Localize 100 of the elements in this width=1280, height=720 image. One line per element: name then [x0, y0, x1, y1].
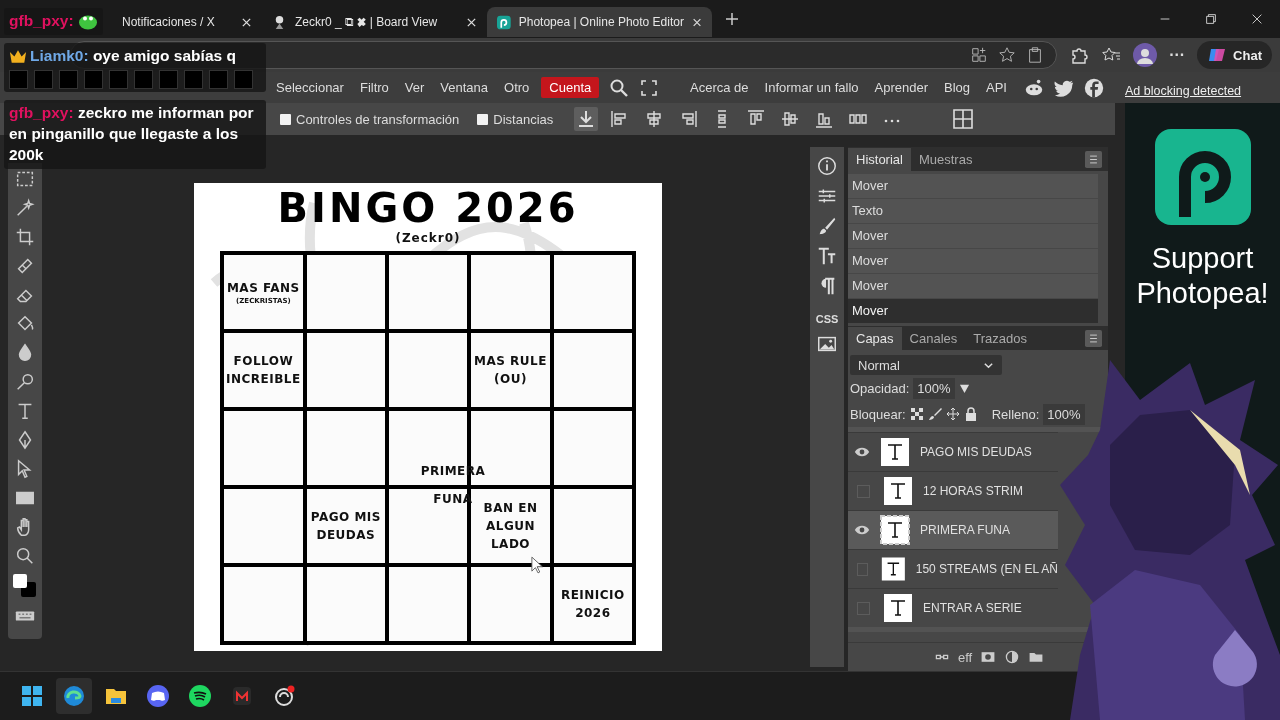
hidden-emote-icon [34, 69, 53, 89]
fullscreen-icon[interactable] [639, 77, 660, 98]
star-icon[interactable] [998, 46, 1017, 64]
css-button[interactable]: CSS [815, 313, 839, 325]
hidden-emote-icon [9, 69, 28, 89]
menu-link[interactable]: API [978, 77, 1015, 98]
profile-avatar-icon[interactable] [1133, 43, 1158, 67]
puzzle-icon[interactable] [1069, 45, 1090, 65]
panel-tab[interactable]: Canales [901, 327, 966, 350]
browser-tab[interactable]: Notificaciones / X [112, 7, 262, 37]
music-app-icon[interactable] [188, 684, 212, 708]
lock-icon[interactable] [963, 407, 978, 421]
history-item[interactable]: Texto [848, 199, 1098, 223]
info-icon[interactable] [816, 155, 838, 177]
layer-item[interactable]: PRIMERA FUNA [848, 510, 1058, 549]
ad-headline: Support Photopea! [1135, 241, 1270, 311]
bingo-cell-text: MAS RULE (OU) [473, 353, 548, 388]
blend-mode-select[interactable]: Normal [850, 355, 1002, 375]
menu-item[interactable]: Seleccionar [268, 77, 352, 98]
close-icon[interactable] [241, 16, 252, 28]
chat-button[interactable]: Chat [1197, 41, 1272, 69]
browser-tab[interactable]: Zeckr0 _ ⧉ ✖ | Board View [262, 7, 487, 37]
menu-link[interactable]: Informar un fallo [756, 77, 867, 98]
opacity-label: Opacidad: [850, 380, 910, 396]
fill-label: Relleno: [991, 406, 1040, 422]
hidden-emote-icon [209, 69, 228, 89]
menu-item[interactable]: Otro [496, 77, 538, 98]
bingo-cell-text: PAGO MIS DEUDAS [309, 509, 382, 544]
browser-icon[interactable] [56, 678, 92, 714]
menu-item[interactable]: Filtro [351, 77, 397, 98]
chat-text: gfb_pxy: zeckro me informan por en pinganillo que llegaste a los 200k [9, 103, 254, 163]
bingo-subtitle: (Zeckr0) [395, 231, 461, 245]
panel-tab[interactable]: Muestras [910, 148, 981, 171]
hidden-emote-icon [234, 69, 253, 89]
close-icon[interactable] [691, 16, 702, 28]
close-icon[interactable] [466, 16, 477, 28]
chat-username: gfb_pxy: [9, 11, 74, 31]
menu-item[interactable]: Ver [396, 77, 433, 98]
dropdown-arrow-icon[interactable] [958, 382, 970, 394]
history-item[interactable]: Mover [848, 274, 1098, 298]
ad-blocking-link[interactable]: Ad blocking detected [1115, 72, 1280, 103]
checker-icon[interactable] [909, 407, 924, 421]
opacity-field[interactable]: 100% [913, 377, 955, 399]
search-icon[interactable] [609, 77, 630, 98]
option-checkbox[interactable]: Controles de transformación [280, 111, 460, 127]
menu-icon[interactable] [1085, 329, 1102, 347]
account-button[interactable]: Cuenta [541, 77, 600, 98]
plus-icon[interactable] [724, 11, 740, 27]
bingo-cell-text: REINICIO 2026 [559, 587, 626, 622]
bingo-title: BINGO 2026 [277, 185, 579, 231]
brush-icon[interactable] [927, 407, 942, 421]
text-layer-icon [881, 554, 906, 584]
option-checkbox[interactable]: Distancias [477, 111, 554, 127]
hidden-emote-icon [184, 69, 203, 89]
more-button[interactable]: ··· [1169, 46, 1186, 64]
menu-link[interactable]: Acerca de [682, 77, 757, 98]
adjustment-icon[interactable] [1004, 649, 1021, 665]
grid-icon[interactable] [951, 107, 976, 131]
mask-icon[interactable] [980, 649, 997, 665]
menu-link[interactable]: Aprender [866, 77, 936, 98]
history-item[interactable]: Mover [848, 249, 1098, 273]
bingo-cell-text: MAS FANS [226, 280, 300, 297]
browser-tab[interactable]: Photopea | Online Photo Editor [487, 7, 712, 37]
start-icon[interactable] [20, 684, 44, 708]
app-add-icon[interactable] [970, 46, 989, 64]
hidden-emote-icon [109, 69, 128, 89]
bingo-cell-text: BAN EN ALGUN LADO [482, 500, 539, 553]
menu-link[interactable]: Blog [936, 77, 979, 98]
text-layer-icon [883, 476, 913, 506]
text-layer-icon [880, 515, 910, 545]
eye-icon[interactable] [854, 446, 870, 458]
hidden-emote-icon [134, 69, 153, 89]
hidden-emote-icon [59, 69, 78, 89]
history-item[interactable]: Mover [848, 224, 1098, 248]
color-swatch-icon[interactable] [12, 573, 38, 599]
restore-icon[interactable] [1204, 12, 1218, 26]
chat-text: Liamk0: oye amigo sabías q [30, 45, 236, 66]
text-size-icon[interactable] [816, 245, 838, 267]
panel-tab[interactable]: Trazados [965, 327, 1035, 350]
fill-field[interactable]: 100% [1043, 403, 1085, 425]
download-icon[interactable] [574, 107, 599, 131]
lock-label: Bloquear: [850, 406, 906, 422]
panel-tab[interactable]: Historial [848, 148, 911, 171]
menu-icon[interactable] [1085, 150, 1102, 168]
close-icon[interactable] [1250, 12, 1264, 26]
panel-tab[interactable]: Capas [848, 327, 902, 350]
text-layer-icon [880, 437, 910, 467]
history-item[interactable]: Mover [848, 299, 1098, 323]
app-icon[interactable] [272, 684, 296, 708]
text-layer-icon [883, 593, 913, 623]
hidden-emote-icon [159, 69, 178, 89]
effects-button[interactable]: eff [958, 649, 973, 665]
hidden-emote-icon [84, 69, 103, 89]
eye-icon[interactable] [854, 524, 870, 536]
spiral-icon [497, 14, 511, 30]
bingo-cell-text: FOLLOW INCREIBLE [226, 353, 301, 388]
spiral-logo-icon [1154, 129, 1251, 225]
history-item[interactable]: Mover [848, 174, 1098, 198]
menu-item[interactable]: Ventana [432, 77, 497, 98]
move-icon[interactable] [945, 407, 960, 421]
